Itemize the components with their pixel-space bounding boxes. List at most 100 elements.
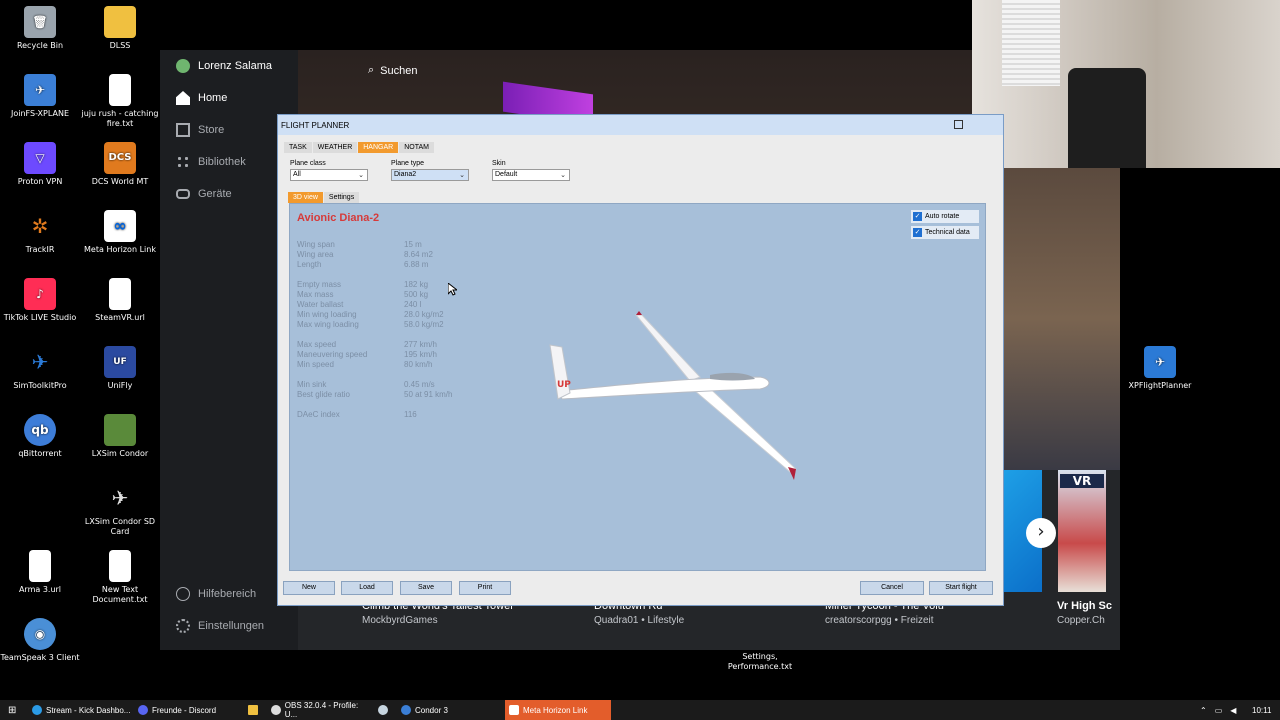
user-profile[interactable]: Lorenz Salama <box>176 56 272 76</box>
desktop-icon-condor-sd[interactable]: ✈ LXSim Condor SD Card <box>80 482 160 537</box>
spec-label: DAeC index <box>297 410 340 419</box>
tab-3d-view[interactable]: 3D view <box>288 192 323 203</box>
start-flight-button[interactable]: Start flight <box>929 581 993 595</box>
game-card[interactable]: Vr High Sc Copper.Ch <box>1057 600 1119 626</box>
taskbar-item-explorer[interactable] <box>244 700 264 720</box>
desktop-icon-label: SimToolkitPro <box>13 381 67 390</box>
tab-notam[interactable]: NOTAM <box>399 142 434 153</box>
taskbar-item-active[interactable]: Meta Horizon Link <box>505 700 611 720</box>
plane-class-value: All <box>293 171 301 178</box>
desktop-icon-newtext[interactable]: New Text Document.txt <box>80 550 160 605</box>
desktop-icon-teamspeak[interactable]: ◉ TeamSpeak 3 Client <box>0 618 80 663</box>
nav-home[interactable]: Home <box>176 88 227 108</box>
print-button[interactable]: Print <box>459 581 511 595</box>
tab-task[interactable]: TASK <box>284 142 312 153</box>
folder-icon <box>104 6 136 38</box>
search-placeholder: Suchen <box>380 64 418 77</box>
desktop-icon-steamvr[interactable]: SteamVR.url <box>80 278 160 323</box>
desktop-icon-dlss[interactable]: DLSS <box>80 6 160 51</box>
spec-label: Length <box>297 260 322 269</box>
discord-icon <box>138 705 148 715</box>
desktop-icon-juju[interactable]: juju rush - catching fire.txt <box>80 74 160 129</box>
taskbar-item[interactable]: Condor 3 <box>397 700 501 720</box>
tab-weather[interactable]: WEATHER <box>312 142 358 153</box>
nav-label: Store <box>198 124 225 136</box>
desktop-icon-joinfs[interactable]: ✈ JoinFS-XPLANE <box>0 74 80 119</box>
spec-value: 116 <box>404 410 417 419</box>
taskbar-item[interactable]: Freunde - Discord <box>134 700 242 720</box>
load-button[interactable]: Load <box>341 581 393 595</box>
nav-store[interactable]: Store <box>176 120 224 140</box>
plane-icon: ✈ <box>31 350 49 374</box>
spec-value: 182 kg <box>404 280 429 289</box>
spec-value: 8.64 m2 <box>404 250 433 259</box>
plane-type-value: Diana2 <box>394 171 417 178</box>
desktop-icon-arma[interactable]: Arma 3.url <box>0 550 80 595</box>
technical-data-checkbox[interactable]: ✓ Technical data <box>911 226 979 239</box>
clock-time: 10:11 <box>1252 705 1272 715</box>
taskbar-item[interactable]: OBS 32.0.4 - Profile: U... <box>267 700 371 720</box>
spec-value: 0.45 m/s <box>404 380 435 389</box>
desktop-icon-settings-txt[interactable]: Settings, Performance.txt <box>720 652 800 672</box>
window-titlebar[interactable]: FLIGHT PLANNER <box>278 115 1003 135</box>
system-tray[interactable]: ⌃ ▭ ◀ <box>1196 700 1246 720</box>
carousel-next-button[interactable]: › <box>1026 518 1056 548</box>
desktop-icon-tiktok[interactable]: ♪ TikTok LIVE Studio <box>0 278 80 323</box>
left-wing <box>634 314 701 382</box>
nav-devices[interactable]: Geräte <box>176 184 232 204</box>
plane-type-label: Plane type <box>391 160 425 167</box>
taskbar-item[interactable]: Stream - Kick Dashbo... <box>28 700 132 720</box>
clock[interactable]: 10:11 <box>1248 700 1278 720</box>
plane-icon: ✈ <box>1144 346 1176 378</box>
nav-label: Bibliothek <box>198 156 246 168</box>
desktop-icon-proton[interactable]: ▽ Proton VPN <box>0 142 80 187</box>
hangar-3d-view[interactable]: Avionic Diana-2 Wing span 15 m Wing area 8… <box>289 203 986 571</box>
spec-value: 277 km/h <box>404 340 437 349</box>
save-button[interactable]: Save <box>400 581 452 595</box>
gear-icon <box>176 619 190 633</box>
steam-icon <box>378 705 388 715</box>
nav-settings[interactable]: Einstellungen <box>176 616 264 636</box>
search-input[interactable]: ⌕ Suchen <box>368 64 417 77</box>
game-thumbnail[interactable]: VR <box>1058 470 1106 592</box>
nav-library[interactable]: Bibliothek <box>176 152 246 172</box>
auto-rotate-checkbox[interactable]: ✓ Auto rotate <box>911 210 979 223</box>
chevron-down-icon: ⌄ <box>560 172 566 179</box>
desktop-icon-label: Proton VPN <box>17 177 63 186</box>
view-tabs: 3D view Settings <box>288 192 360 203</box>
taskbar-item-steam[interactable] <box>374 700 394 720</box>
desktop-icon-dcs[interactable]: DCS DCS World MT <box>80 142 160 187</box>
tab-settings[interactable]: Settings <box>323 192 360 203</box>
plane-type-select[interactable]: Diana2 ⌄ <box>391 169 469 181</box>
desktop-icon-unifly[interactable]: UF UniFly <box>80 346 160 391</box>
canopy <box>710 372 755 381</box>
nav-label: Geräte <box>198 188 232 200</box>
checkmark-icon: ✓ <box>913 212 922 221</box>
spec-row: Min sink 0.45 m/s <box>297 380 435 389</box>
maximize-icon[interactable] <box>954 120 963 129</box>
desktop-icon-meta[interactable]: ∞ Meta Horizon Link <box>80 210 160 255</box>
desktop-icon-qbittorrent[interactable]: qb qBittorrent <box>0 414 80 459</box>
desktop-icon-trackir[interactable]: ✲ TrackIR <box>0 210 80 255</box>
spec-row: Empty mass 182 kg <box>297 280 428 289</box>
spec-label: Max wing loading <box>297 320 359 329</box>
tab-hangar[interactable]: HANGAR <box>358 142 399 153</box>
hero-banner-right <box>1004 168 1120 470</box>
start-button[interactable]: ⊞ <box>4 700 20 720</box>
spec-label: Water ballast <box>297 300 344 309</box>
desktop-icon-condor[interactable]: LXSim Condor <box>80 414 160 459</box>
plane-class-select[interactable]: All ⌄ <box>290 169 368 181</box>
spec-row: Max mass 500 kg <box>297 290 428 299</box>
plane-type-group: Plane type Diana2 ⌄ <box>391 160 469 181</box>
cancel-button[interactable]: Cancel <box>860 581 924 595</box>
desktop-icon-recycle-bin[interactable]: 🗑 Recycle Bin <box>0 6 80 51</box>
spec-row: Wing area 8.64 m2 <box>297 250 433 259</box>
right-wing <box>687 378 797 473</box>
condor-icon <box>401 705 411 715</box>
desktop-icon-simtoolkit[interactable]: ✈ SimToolkitPro <box>0 346 80 391</box>
new-button[interactable]: New <box>283 581 335 595</box>
chevron-down-icon: ⌄ <box>358 172 364 179</box>
nav-help[interactable]: Hilfebereich <box>176 584 256 604</box>
desktop-icon-xpflightplanner[interactable]: ✈ XPFlightPlanner <box>1120 346 1200 391</box>
skin-select[interactable]: Default ⌄ <box>492 169 570 181</box>
